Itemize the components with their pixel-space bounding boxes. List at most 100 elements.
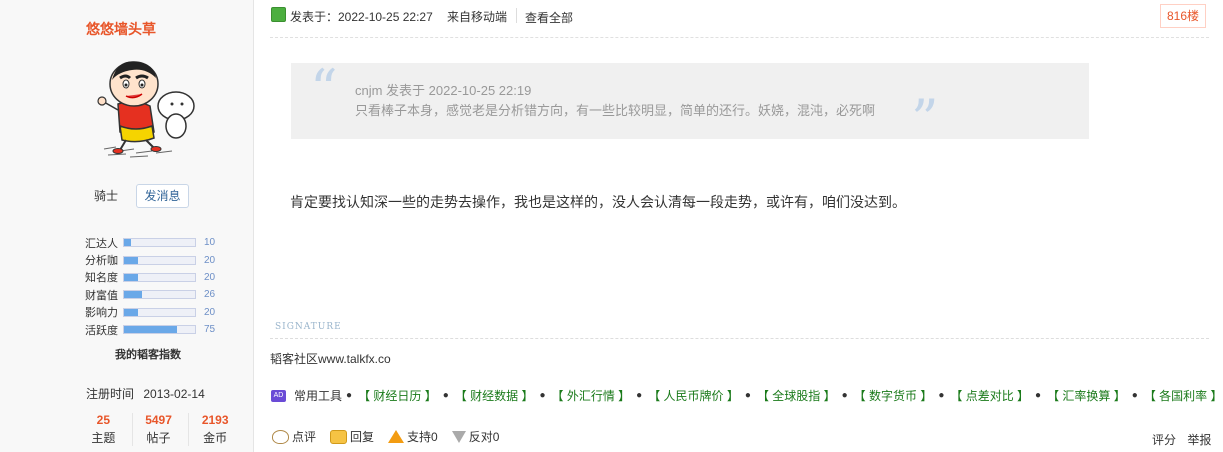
count-label: 帖子 <box>146 431 171 445</box>
stat-row: 财富值 26 <box>85 286 215 303</box>
count-posts[interactable]: 5497 帖子 <box>131 413 185 446</box>
close-quote-icon: ” <box>911 88 939 151</box>
tool-link[interactable]: 【 数字货币 】 <box>854 387 933 404</box>
stat-bar <box>123 238 196 248</box>
tool-link[interactable]: 【 各国利率 】 <box>1144 387 1223 404</box>
thumb-up-icon <box>388 430 405 443</box>
author-username[interactable]: 悠悠墙头草 <box>86 19 156 39</box>
dot-separator: ● <box>1035 390 1042 401</box>
stat-row: 知名度 20 <box>85 269 215 286</box>
ad-icon: AD <box>271 389 286 402</box>
stat-fill <box>124 291 143 299</box>
stat-bar <box>123 255 196 265</box>
stat-label: 活跃度 <box>85 324 118 337</box>
stat-value: 20 <box>204 306 216 318</box>
stat-label: 分析咖 <box>85 255 118 268</box>
stat-fill <box>124 239 132 247</box>
reply-icon <box>330 429 348 444</box>
quote-text: 只看棒子本身，感觉老是分析错方向，有一些比较明显，简单的还行。妖娆，混沌，必死啊 <box>355 103 876 118</box>
tool-link[interactable]: 【 点差对比 】 <box>950 387 1029 404</box>
post-admin-actions: 评分 举报 <box>1152 431 1211 448</box>
tools-label: 常用工具 <box>294 389 343 403</box>
separator <box>516 8 517 23</box>
reply-label: 回复 <box>350 430 375 444</box>
user-rank: 骑士 <box>94 189 119 203</box>
dot-separator: ● <box>841 390 848 401</box>
registration-value: 2013-02-14 <box>143 387 205 401</box>
oppose-button[interactable]: 反对0 <box>451 428 500 445</box>
avatar[interactable] <box>96 54 206 160</box>
comment-icon <box>272 429 289 444</box>
stat-row: 影响力 20 <box>85 304 215 321</box>
dot-separator: ● <box>539 390 546 401</box>
thumb-down-icon <box>451 430 466 443</box>
count-number: 5497 <box>145 413 172 427</box>
stat-bar <box>123 272 196 282</box>
count-label: 金币 <box>203 431 228 445</box>
tool-link[interactable]: 【 财经数据 】 <box>455 387 534 404</box>
stat-label: 汇达人 <box>85 237 118 250</box>
report-link[interactable]: 举报 <box>1187 433 1211 447</box>
stat-fill <box>124 273 139 281</box>
floor-number[interactable]: 816楼 <box>1160 4 1207 28</box>
count-label: 主题 <box>91 431 116 445</box>
count-number: 2193 <box>201 413 229 427</box>
signature-label: SIGNATURE <box>275 322 342 332</box>
stat-label: 财富值 <box>85 289 118 302</box>
user-counts: 25 主题 5497 帖子 2193 金币 <box>79 413 241 446</box>
support-label: 支持0 <box>407 430 438 444</box>
stat-bar <box>123 290 196 300</box>
count-number: 25 <box>96 413 111 427</box>
stat-label: 知名度 <box>85 272 118 285</box>
tool-link[interactable]: 【 财经日历 】 <box>358 387 437 404</box>
dot-separator: ● <box>442 390 449 401</box>
rate-link[interactable]: 评分 <box>1152 433 1176 447</box>
stat-value: 20 <box>204 254 216 266</box>
view-all-link[interactable]: 查看全部 <box>525 9 573 26</box>
tool-link[interactable]: 【 外汇行情 】 <box>552 387 631 404</box>
tool-link[interactable]: 【 汇率换算 】 <box>1047 387 1126 404</box>
send-message-button[interactable]: 发消息 <box>136 184 189 208</box>
quote-header: cnjm 发表于 2022-10-25 22:19 <box>355 83 532 98</box>
count-topics[interactable]: 25 主题 <box>79 413 128 446</box>
post-time: 发表于：2022-10-25 22:27 <box>290 10 433 24</box>
stat-bar <box>123 325 196 335</box>
oppose-label: 反对0 <box>468 430 500 444</box>
author-sidebar: 悠悠墙头草 骑士 发消息 汇达人 10 分析咖 20 知名度 20 财富值 26 影响力 20 活 <box>0 0 254 452</box>
open-quote-icon: “ <box>310 58 338 121</box>
tool-link[interactable]: 【 全球股指 】 <box>757 387 836 404</box>
author-online-icon <box>271 7 286 22</box>
dot-separator: ● <box>636 390 643 401</box>
post-header: 发表于：2022-10-25 22:27 来自移动端 查看全部 816楼 <box>270 0 1209 38</box>
stat-fill <box>124 256 139 264</box>
reply-button[interactable]: 回复 <box>330 428 374 445</box>
dot-separator: ● <box>346 390 353 401</box>
post-actions: 点评 回复 支持0 反对0 <box>272 428 513 445</box>
registration-date: 注册时间 2013-02-14 <box>86 385 205 402</box>
stat-label: 影响力 <box>85 307 118 320</box>
stat-row: 分析咖 20 <box>85 251 215 268</box>
quote-block: “ ” cnjm 发表于 2022-10-25 22:19 只看棒子本身，感觉老… <box>291 58 1089 147</box>
stat-value: 75 <box>204 324 216 336</box>
stat-value: 10 <box>204 237 216 249</box>
post-source: 来自移动端 <box>447 10 508 24</box>
tools-bar: AD 常用工具 ● 【 财经日历 】 ● 【 财经数据 】 ● 【 外汇行情 】 ● 【 人民… <box>271 387 1222 404</box>
stat-fill <box>124 326 178 334</box>
signature-divider <box>270 338 1209 339</box>
stat-row: 汇达人 10 <box>85 234 215 251</box>
tool-link[interactable]: 【 人民币牌价 】 <box>648 387 739 404</box>
stat-value: 26 <box>204 289 216 301</box>
dot-separator: ● <box>744 390 751 401</box>
dot-separator: ● <box>1131 390 1138 401</box>
index-title[interactable]: 我的韬客指数 <box>115 346 181 362</box>
count-coins[interactable]: 2193 金币 <box>188 413 241 446</box>
stat-row: 活跃度 75 <box>85 321 215 338</box>
stat-fill <box>124 308 139 316</box>
stat-bar <box>123 307 196 317</box>
registration-label: 注册时间 <box>86 387 135 401</box>
signature-text: 韬客社区www.talkfx.co <box>270 352 391 366</box>
user-stats: 汇达人 10 分析咖 20 知名度 20 财富值 26 影响力 20 活跃度 75 <box>85 234 215 338</box>
support-button[interactable]: 支持0 <box>388 428 438 445</box>
dot-separator: ● <box>938 390 945 401</box>
comment-button[interactable]: 点评 <box>272 428 316 445</box>
